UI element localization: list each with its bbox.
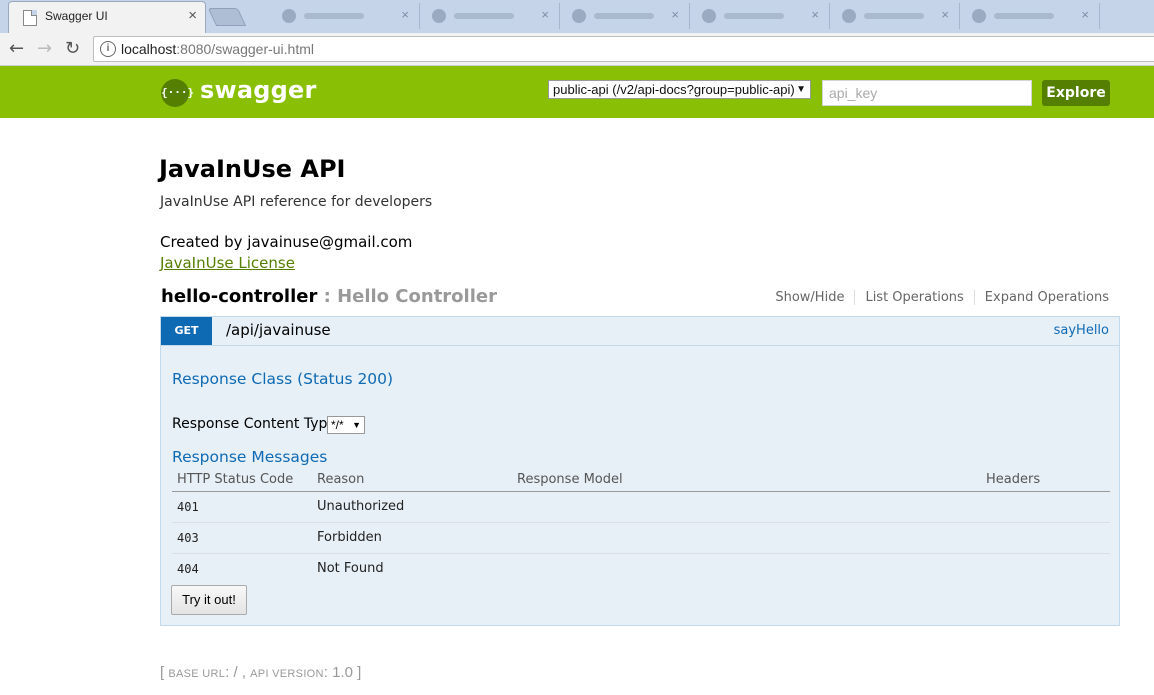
list-operations-link[interactable]: List Operations <box>855 290 975 305</box>
table-row: 401 Unauthorized <box>172 491 1110 523</box>
resource-options: Show/Hide List Operations Expand Operati… <box>765 290 1109 305</box>
resource-heading: hello-controller : Hello Controller Show… <box>161 286 1109 310</box>
url-path: :8080/swagger-ui.html <box>176 41 315 57</box>
footer-base-url: [ BASE URL: / , API VERSION: 1.0 ] <box>160 664 361 681</box>
column-header: Response Model <box>512 469 981 492</box>
browser-tab-background[interactable]: × <box>560 3 690 29</box>
dropdown-arrow-icon: ▼ <box>352 420 361 430</box>
response-model <box>512 522 981 554</box>
api-license-link[interactable]: JavaInUse License <box>160 254 295 272</box>
operation-nickname[interactable]: sayHello <box>1054 323 1109 338</box>
operation-panel: GET /api/javainuse sayHello Response Cla… <box>160 316 1120 626</box>
api-version-label: API VERSION <box>250 668 324 680</box>
tab-title-blurred <box>994 13 1054 19</box>
swagger-brand[interactable]: swagger <box>200 76 317 104</box>
response-headers <box>981 491 1110 523</box>
api-version-value: : 1.0 <box>323 664 358 681</box>
status-code: 403 <box>172 522 312 554</box>
base-url-value: : / , <box>225 664 251 681</box>
resource-description: Hello Controller <box>337 286 497 307</box>
resource-name[interactable]: hello-controller <box>161 286 317 307</box>
expand-operations-link[interactable]: Expand Operations <box>975 290 1109 305</box>
swagger-header: {···} swagger public-api (/v2/api-docs?g… <box>0 66 1154 118</box>
tab-title-blurred <box>724 13 784 19</box>
forward-arrow-icon[interactable]: → <box>37 37 52 61</box>
status-reason: Not Found <box>317 561 384 577</box>
site-info-icon[interactable]: i <box>100 41 116 57</box>
tab-close-icon[interactable]: × <box>1081 7 1089 22</box>
try-it-out-button[interactable]: Try it out! <box>171 585 247 615</box>
table-header-row: HTTP Status Code Reason Response Model H… <box>172 469 1110 492</box>
response-headers <box>981 553 1110 584</box>
content-type-select[interactable]: */* ▼ <box>327 416 365 434</box>
status-code: 404 <box>177 561 199 576</box>
response-messages-heading: Response Messages <box>172 448 328 466</box>
response-messages-table: HTTP Status Code Reason Response Model H… <box>172 469 1110 584</box>
response-model <box>512 553 981 584</box>
address-bar[interactable]: i localhost:8080/swagger-ui.html <box>93 36 1154 62</box>
http-method-badge[interactable]: GET <box>161 317 212 345</box>
api-title: JavaInUse API <box>159 155 346 183</box>
tab-title: Swagger UI <box>45 9 108 23</box>
content-type-value: */* <box>331 418 344 432</box>
response-model <box>512 491 981 523</box>
column-header: Reason <box>312 469 512 492</box>
tab-close-icon[interactable]: × <box>671 7 679 22</box>
status-reason: Unauthorized <box>312 491 512 523</box>
new-tab-button[interactable] <box>207 8 247 26</box>
spec-select-value: public-api (/v2/api-docs?group=public-ap… <box>553 82 795 97</box>
tab-title-blurred <box>594 13 654 19</box>
tab-title-blurred <box>864 13 924 19</box>
table-row: 404 Not Found <box>172 553 1110 584</box>
url-host: localhost <box>121 41 177 57</box>
browser-tab-background[interactable]: × <box>960 3 1100 29</box>
tab-favicon-icon <box>702 9 716 23</box>
tab-close-icon[interactable]: × <box>941 7 949 22</box>
tab-close-icon[interactable]: × <box>401 7 409 22</box>
column-header: Headers <box>981 469 1110 492</box>
dropdown-arrow-icon: ▼ <box>796 84 806 95</box>
response-class-heading: Response Class (Status 200) <box>172 370 394 388</box>
tab-favicon-icon <box>282 9 296 23</box>
browser-tab-background[interactable]: × <box>420 3 560 29</box>
tab-title-blurred <box>304 13 364 19</box>
table-row: 403 Forbidden <box>172 522 1110 554</box>
browser-tab-background[interactable]: × <box>830 3 960 29</box>
footer-bracket-close: ] <box>357 664 362 681</box>
reload-icon[interactable]: ↻ <box>65 37 80 61</box>
response-headers <box>981 522 1110 554</box>
api-key-input[interactable]: api_key <box>822 80 1032 106</box>
page-favicon-icon <box>23 10 37 26</box>
tab-favicon-icon <box>432 9 446 23</box>
back-arrow-icon[interactable]: ← <box>9 37 24 61</box>
resource-separator: : <box>317 286 338 307</box>
column-header: HTTP Status Code <box>172 469 312 492</box>
explore-button[interactable]: Explore <box>1042 80 1110 106</box>
browser-toolbar: ← → ↻ i localhost:8080/swagger-ui.html <box>0 33 1154 66</box>
browser-tab-background[interactable]: × <box>690 3 830 29</box>
tab-favicon-icon <box>842 9 856 23</box>
tab-title-blurred <box>454 13 514 19</box>
base-url-label: BASE URL <box>168 668 226 680</box>
api-contact: Created by javainuse@gmail.com <box>160 233 413 251</box>
status-code: 401 <box>172 491 312 523</box>
browser-tab-active[interactable]: Swagger UI × <box>8 1 206 33</box>
tab-close-icon[interactable]: × <box>811 7 819 22</box>
tab-close-icon[interactable]: × <box>541 7 549 22</box>
spec-select[interactable]: public-api (/v2/api-docs?group=public-ap… <box>548 80 811 99</box>
tab-favicon-icon <box>972 9 986 23</box>
show-hide-link[interactable]: Show/Hide <box>765 290 856 305</box>
browser-tab-strip: Swagger UI × × × × × × × <box>0 0 1154 33</box>
content-type-label: Response Content Type <box>172 416 336 432</box>
status-reason: Forbidden <box>312 522 512 554</box>
tab-close-icon[interactable]: × <box>188 7 197 24</box>
browser-tab-background[interactable]: × <box>270 3 420 29</box>
operation-heading[interactable]: GET /api/javainuse sayHello <box>161 317 1119 346</box>
operation-path[interactable]: /api/javainuse <box>226 321 331 339</box>
swagger-logo-icon[interactable]: {···} <box>161 79 194 107</box>
tab-favicon-icon <box>572 9 586 23</box>
address-bar-url[interactable]: localhost:8080/swagger-ui.html <box>121 41 314 57</box>
api-description: JavaInUse API reference for developers <box>160 194 433 210</box>
